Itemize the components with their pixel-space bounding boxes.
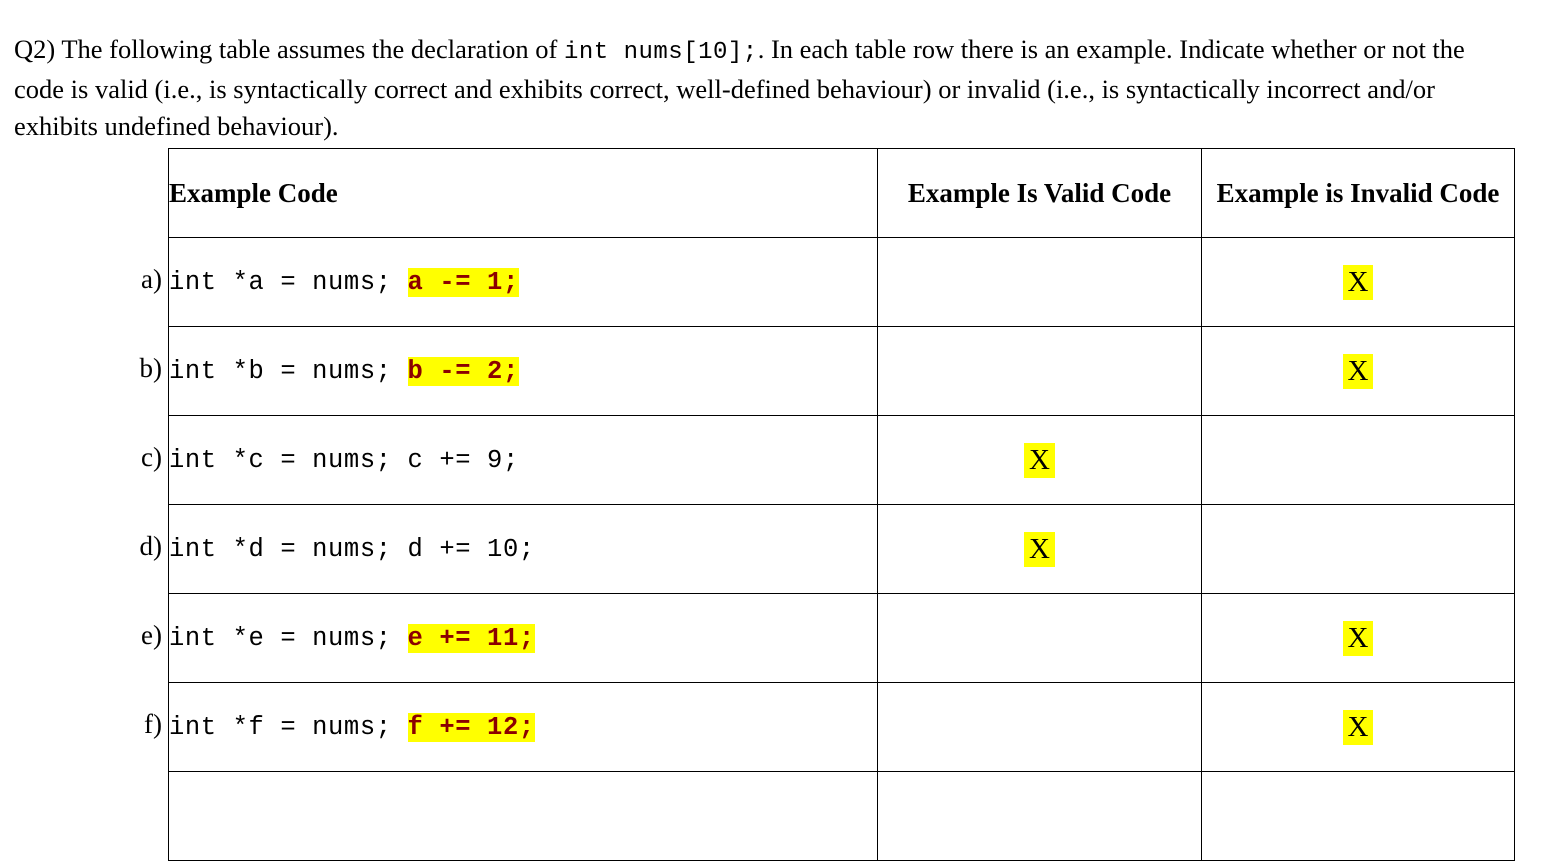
row-label: b) xyxy=(139,353,163,383)
code-plain: int *d = nums; d += 10; xyxy=(169,534,535,564)
table-row: int *a = nums; a -= 1; X xyxy=(168,237,1515,327)
invalid-mark-cell[interactable]: X xyxy=(1201,593,1515,683)
valid-mark-cell[interactable] xyxy=(877,326,1202,416)
x-mark: X xyxy=(1024,442,1055,478)
code-cell: int *a = nums; a -= 1; xyxy=(168,237,878,327)
code-cell xyxy=(168,771,878,861)
row-label: d) xyxy=(139,531,163,561)
row-label: f) xyxy=(144,709,162,739)
code-highlighted: f += 12; xyxy=(407,712,535,742)
table-row xyxy=(168,771,1515,861)
table-row: int *e = nums; e += 11; X xyxy=(168,593,1515,683)
question-text-before: Q2) The following table assumes the decl… xyxy=(14,33,564,64)
table-row: int *b = nums; b -= 2; X xyxy=(168,326,1515,416)
row-label: a) xyxy=(141,264,162,294)
question-page: Q2) The following table assumes the decl… xyxy=(0,0,1564,861)
code-highlighted: b -= 2; xyxy=(407,356,519,386)
x-mark: X xyxy=(1024,531,1055,567)
code-plain: int *f = nums; xyxy=(169,712,408,742)
code-highlighted: a -= 1; xyxy=(407,267,519,297)
code-highlighted: e += 11; xyxy=(407,623,535,653)
table-row: int *f = nums; f += 12; X xyxy=(168,682,1515,772)
inline-code-declaration: int nums[10]; xyxy=(563,38,758,66)
answer-table-wrapper: Example Code Example Is Valid Code Examp… xyxy=(128,148,1515,861)
valid-mark-cell[interactable] xyxy=(877,771,1202,861)
question-intro: Q2) The following table assumes the decl… xyxy=(14,31,1514,145)
valid-mark-cell[interactable]: X xyxy=(877,415,1202,505)
x-mark: X xyxy=(1342,620,1374,656)
code-cell: int *b = nums; b -= 2; xyxy=(168,326,878,416)
invalid-mark-cell[interactable]: X xyxy=(1201,237,1515,327)
code-plain: int *a = nums; xyxy=(169,267,408,297)
invalid-mark-cell[interactable] xyxy=(1201,415,1515,505)
code-plain: int *c = nums; c += 9; xyxy=(169,445,519,475)
code-cell: int *f = nums; f += 12; xyxy=(168,682,878,772)
table-body: int *a = nums; a -= 1; Xint *b = nums; b … xyxy=(168,237,1515,861)
code-plain: int *b = nums; xyxy=(169,356,408,386)
invalid-mark-cell[interactable] xyxy=(1201,771,1515,861)
valid-mark-cell[interactable] xyxy=(877,682,1202,772)
answer-table: Example Code Example Is Valid Code Examp… xyxy=(168,148,1515,861)
code-cell: int *e = nums; e += 11; xyxy=(168,593,878,683)
x-mark: X xyxy=(1342,264,1374,300)
table-row: int *c = nums; c += 9; X xyxy=(168,415,1515,505)
code-plain: int *e = nums; xyxy=(169,623,408,653)
code-cell: int *d = nums; d += 10; xyxy=(168,504,878,594)
header-example-code: Example Code xyxy=(168,148,878,238)
x-mark: X xyxy=(1342,709,1374,745)
table-row: int *d = nums; d += 10; X xyxy=(168,504,1515,594)
x-mark: X xyxy=(1342,353,1374,389)
valid-mark-cell[interactable]: X xyxy=(877,504,1202,594)
valid-mark-cell[interactable] xyxy=(877,237,1202,327)
header-example-is-invalid-code: Example is Invalid Code xyxy=(1201,148,1515,238)
row-label: e) xyxy=(141,620,162,650)
valid-mark-cell[interactable] xyxy=(877,593,1202,683)
invalid-mark-cell[interactable]: X xyxy=(1201,326,1515,416)
code-cell: int *c = nums; c += 9; xyxy=(168,415,878,505)
table-header-row: Example Code Example Is Valid Code Examp… xyxy=(168,148,1515,238)
invalid-mark-cell[interactable]: X xyxy=(1201,682,1515,772)
row-label: c) xyxy=(141,442,162,472)
invalid-mark-cell[interactable] xyxy=(1201,504,1515,594)
table-head: Example Code Example Is Valid Code Examp… xyxy=(168,148,1515,238)
header-example-is-valid-code: Example Is Valid Code xyxy=(877,148,1202,238)
